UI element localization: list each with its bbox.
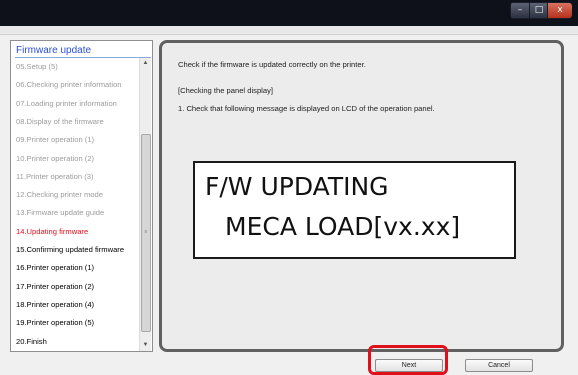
sidebar-item[interactable]: 08.Display of the firmware bbox=[16, 117, 104, 126]
sidebar-item[interactable]: 18.Printer operation (4) bbox=[16, 300, 94, 309]
lcd-line-2: MECA LOAD[vx.xx] bbox=[225, 212, 461, 241]
scroll-down-icon[interactable]: ▼ bbox=[140, 340, 151, 351]
sidebar-item[interactable]: 20.Finish bbox=[16, 337, 47, 346]
section-heading: [Checking the panel display] bbox=[178, 86, 273, 95]
intro-text: Check if the firmware is updated correct… bbox=[178, 60, 366, 69]
title-bar: – □ x bbox=[0, 0, 578, 26]
sidebar-item[interactable]: 09.Printer operation (1) bbox=[16, 135, 94, 144]
sidebar-item[interactable]: 06.Checking printer information bbox=[16, 80, 122, 89]
next-highlight-box bbox=[368, 345, 448, 375]
cancel-button[interactable]: Cancel bbox=[465, 359, 533, 372]
scroll-grip-icon: ≡ bbox=[144, 229, 148, 235]
sidebar-title-underline bbox=[15, 57, 151, 58]
sidebar-item[interactable]: 05.Setup (5) bbox=[16, 62, 58, 71]
maximize-button[interactable]: □ bbox=[529, 3, 548, 18]
sidebar-item[interactable]: 15.Confirming updated firmware bbox=[16, 245, 124, 254]
sidebar-item[interactable]: 11.Printer operation (3) bbox=[16, 172, 94, 181]
lcd-display: F/W UPDATING MECA LOAD[vx.xx] bbox=[193, 161, 516, 259]
sidebar-item[interactable]: 19.Printer operation (5) bbox=[16, 318, 94, 327]
sidebar-item[interactable]: 14.Updating firmware bbox=[16, 227, 88, 236]
sidebar-title: Firmware update bbox=[16, 45, 92, 56]
step-instruction: 1. Check that following message is displ… bbox=[178, 104, 435, 113]
toolbar-strip bbox=[0, 26, 578, 35]
sidebar-scrollbar[interactable]: ▲ ≡ ▼ bbox=[139, 58, 151, 351]
sidebar-item[interactable]: 13.Firmware update guide bbox=[16, 208, 104, 217]
lcd-line-1: F/W UPDATING bbox=[205, 172, 389, 201]
scroll-thumb[interactable]: ≡ bbox=[141, 134, 151, 332]
sidebar-item[interactable]: 10.Printer operation (2) bbox=[16, 154, 94, 163]
sidebar-item[interactable]: 07.Loading printer information bbox=[16, 99, 117, 108]
close-button[interactable]: x bbox=[547, 3, 572, 18]
window-controls: – □ x bbox=[510, 2, 572, 19]
step-list-panel: Firmware update 05.Setup (5) 06.Checking … bbox=[10, 40, 153, 352]
sidebar-item[interactable]: 12.Checking printer mode bbox=[16, 190, 103, 199]
sidebar-item[interactable]: 16.Printer operation (1) bbox=[16, 263, 94, 272]
instruction-panel: Check if the firmware is updated correct… bbox=[159, 40, 564, 352]
sidebar-item[interactable]: 17.Printer operation (2) bbox=[16, 282, 94, 291]
scroll-up-icon[interactable]: ▲ bbox=[140, 58, 151, 69]
minimize-button[interactable]: – bbox=[511, 3, 529, 18]
